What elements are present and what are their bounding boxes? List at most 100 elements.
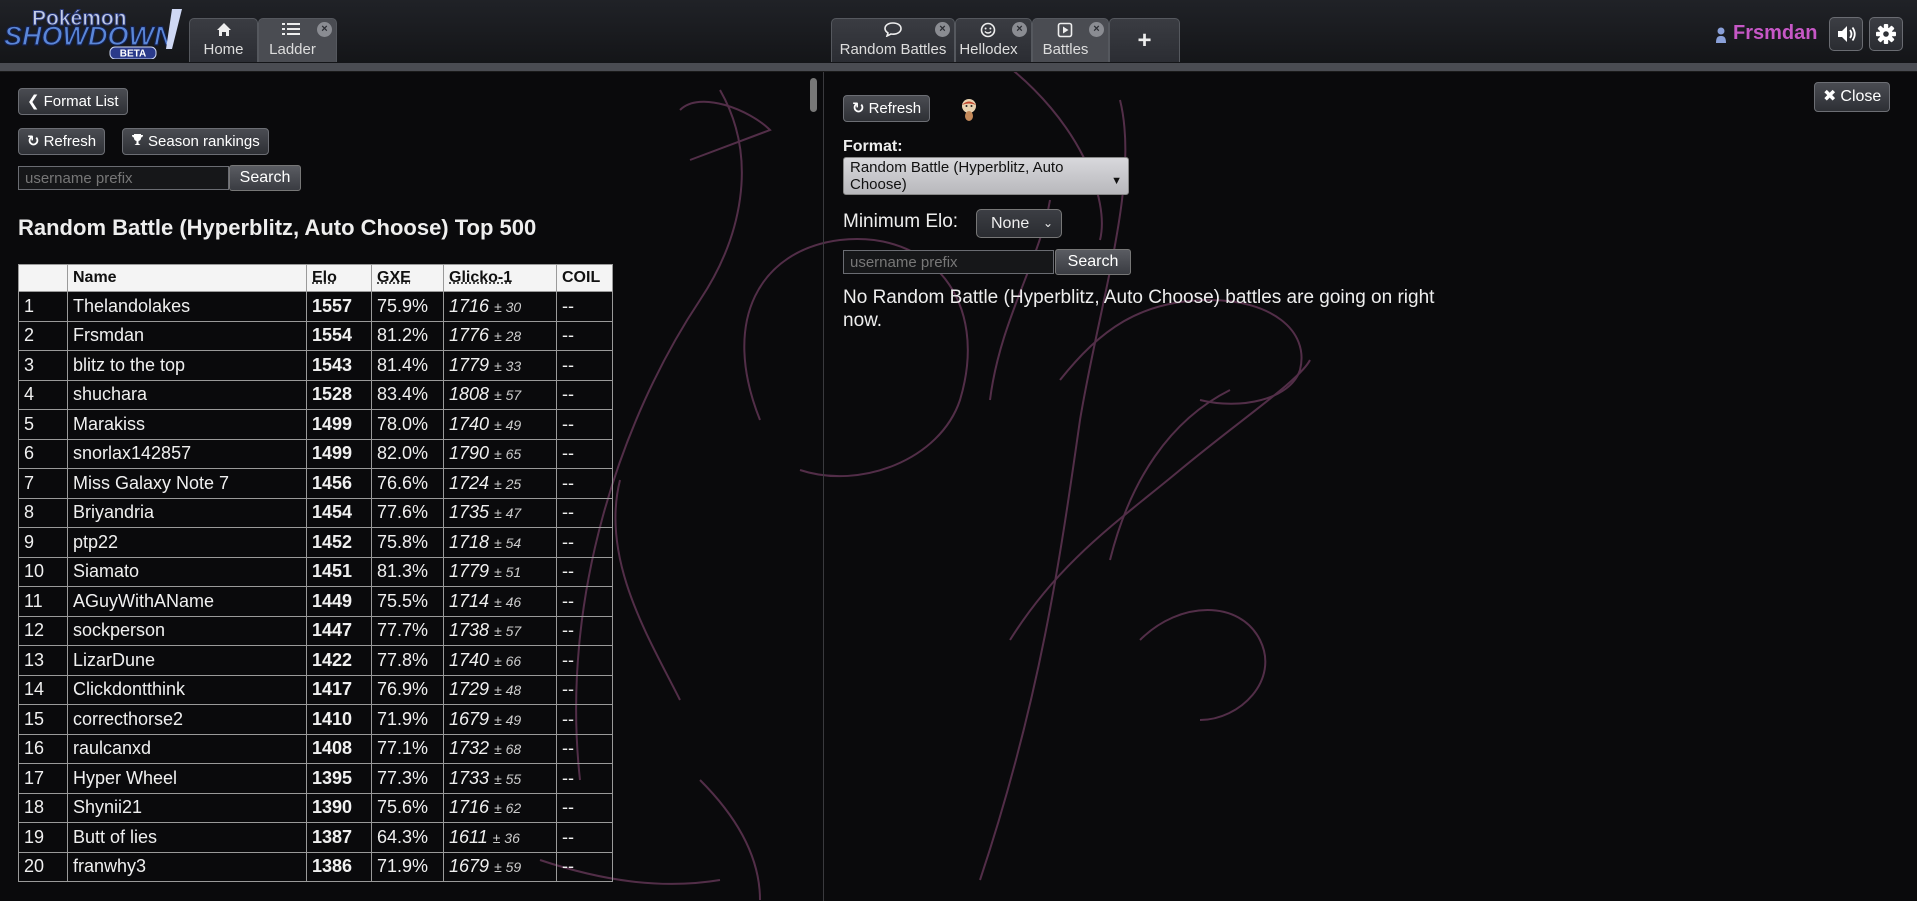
scrollbar-thumb[interactable] [810,78,817,112]
player-name-link[interactable]: AGuyWithAName [67,586,307,617]
username-search-input[interactable] [18,166,229,190]
battles-panel: ↻ Refresh Format: Random Battle (Hyperbli… [824,72,1917,901]
glicko-cell: 1724 ± 25 [443,468,557,499]
table-row: 6 snorlax142857 1499 82.0% 1790 ± 65 -- [18,438,613,469]
gxe-cell: 82.0% [371,438,444,469]
glicko-deviation: ± 68 [494,741,522,758]
coil-cell: -- [556,379,613,410]
player-name-link[interactable]: correcthorse2 [67,704,307,735]
player-name-link[interactable]: LizarDune [67,645,307,676]
player-name-link[interactable]: shuchara [67,379,307,410]
rank-cell: 11 [18,586,68,617]
glicko-rating: 1740 [449,649,490,670]
player-name-link[interactable]: Hyper Wheel [67,763,307,794]
player-name-link[interactable]: snorlax142857 [67,438,307,469]
player-name-link[interactable]: Thelandolakes [67,291,307,322]
glicko-deviation: ± 28 [494,328,522,345]
player-name-link[interactable]: franwhy3 [67,851,307,882]
elo-cell: 1543 [306,350,372,381]
tab-battles[interactable]: Battles × [1032,18,1109,62]
player-name-link[interactable]: Shynii21 [67,792,307,823]
table-row: 11 AGuyWithAName 1449 75.5% 1714 ± 46 -- [18,586,613,617]
elo-cell: 1456 [306,468,372,499]
minimum-elo-select[interactable]: None ⌄ [976,209,1062,238]
pokemon-sprite-icon [962,99,976,121]
glicko-rating: 1740 [449,413,490,434]
tab-random-battles[interactable]: Random Battles × [831,18,955,62]
table-row: 15 correcthorse2 1410 71.9% 1679 ± 49 -- [18,704,613,735]
player-name-link[interactable]: Butt of lies [67,822,307,853]
player-name-link[interactable]: Frsmdan [67,320,307,351]
close-icon[interactable]: × [1089,22,1104,37]
ladder-table: Name Elo GXE Glicko-1 COIL 1 Thelandolake… [18,264,613,882]
glicko-rating: 1790 [449,443,490,464]
player-name-link[interactable]: sockperson [67,615,307,646]
player-name-link[interactable]: Miss Galaxy Note 7 [67,468,307,499]
tab-label: Random Battles [839,41,947,58]
new-tab-button[interactable]: + [1109,18,1180,62]
player-name-link[interactable]: Marakiss [67,409,307,440]
user-icon [1716,27,1726,43]
table-row: 9 ptp22 1452 75.8% 1718 ± 54 -- [18,527,613,558]
player-name-link[interactable]: Briyandria [67,497,307,528]
glicko-cell: 1735 ± 47 [443,497,557,528]
glicko-deviation: ± 57 [494,623,522,640]
gxe-cell: 77.7% [371,615,444,646]
coil-cell: -- [556,409,613,440]
close-button[interactable]: ✖ Close [1814,82,1891,112]
elo-cell: 1387 [306,822,372,853]
glicko-deviation: ± 65 [494,446,522,463]
gxe-cell: 81.4% [371,350,444,381]
format-list-button[interactable]: ❮ Format List [18,88,128,115]
player-name-link[interactable]: Siamato [67,556,307,587]
pokemon-showdown-logo[interactable]: Pokémon SHOWDOWN BETA [2,3,184,59]
sound-button[interactable] [1829,17,1863,51]
minimum-elo-label: Minimum Elo: [843,211,959,232]
gear-icon [1876,24,1896,44]
glicko-rating: 1776 [449,325,490,346]
coil-cell: -- [556,586,613,617]
glicko-cell: 1740 ± 66 [443,645,557,676]
ladder-title: Random Battle (Hyperblitz, Auto Choose) … [18,215,537,240]
glicko-rating: 1729 [449,679,490,700]
table-row: 18 Shynii21 1390 75.6% 1716 ± 62 -- [18,792,613,823]
rank-cell: 2 [18,320,68,351]
rank-cell: 19 [18,822,68,853]
elo-cell: 1451 [306,556,372,587]
coil-cell: -- [556,291,613,322]
player-name-link[interactable]: blitz to the top [67,350,307,381]
chevron-down-icon: ▼ [1111,175,1122,187]
glicko-cell: 1808 ± 57 [443,379,557,410]
coil-column-header: COIL [556,264,613,292]
close-icon[interactable]: × [317,22,332,37]
ladder-panel: ❮Format List ↻Refresh Season rankings Se… [0,72,823,901]
gxe-cell: 81.3% [371,556,444,587]
username[interactable]: Frsmdan [1733,22,1817,45]
format-select[interactable]: Random Battle (Hyperblitz, Auto Choose) … [843,157,1129,195]
glicko-cell: 1740 ± 49 [443,409,557,440]
battle-search-input[interactable] [843,250,1054,274]
glicko-deviation: ± 30 [494,298,522,315]
glicko-rating: 1779 [449,354,490,375]
search-button[interactable]: Search [229,165,301,191]
gxe-cell: 76.9% [371,674,444,705]
player-name-link[interactable]: raulcanxd [67,733,307,764]
coil-cell: -- [556,615,613,646]
glicko-rating: 1716 [449,295,490,316]
battle-search-button[interactable]: Search [1055,249,1131,275]
close-icon: ✖ [1823,88,1837,105]
elo-column-header: Elo [306,264,372,292]
refresh-button[interactable]: ↻ Refresh [18,128,106,155]
player-name-link[interactable]: ptp22 [67,527,307,558]
player-name-link[interactable]: Clickdontthink [67,674,307,705]
season-rankings-button[interactable]: Season rankings [122,128,269,155]
settings-button[interactable] [1869,17,1903,51]
tab-label: Hellodex [959,41,1018,58]
coil-cell: -- [556,792,613,823]
refresh-battles-button[interactable]: ↻ Refresh [843,95,931,122]
glicko-cell: 1776 ± 28 [443,320,557,351]
gxe-cell: 75.9% [371,291,444,322]
tab-ladder[interactable]: Ladder × [258,18,337,62]
table-row: 17 Hyper Wheel 1395 77.3% 1733 ± 55 -- [18,763,613,794]
glicko-deviation: ± 57 [494,387,522,404]
